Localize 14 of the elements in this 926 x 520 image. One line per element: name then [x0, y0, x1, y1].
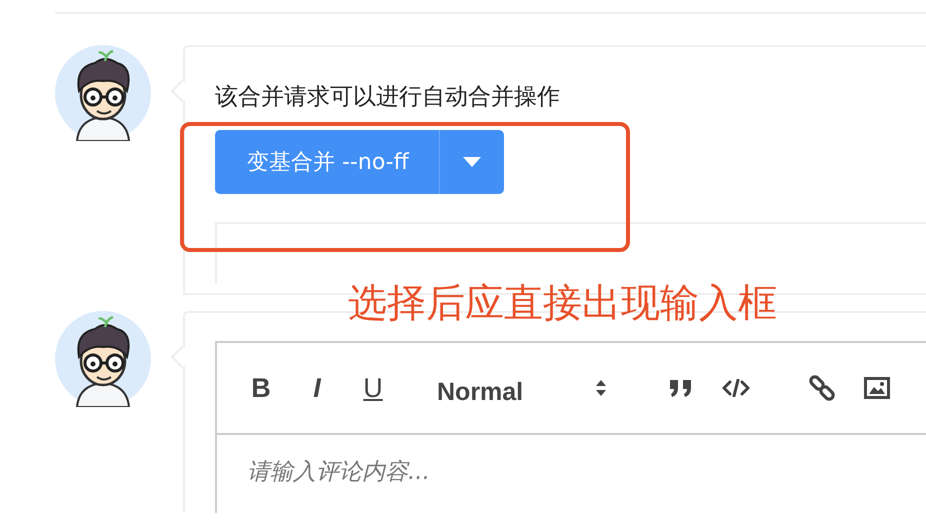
- link-icon[interactable]: [808, 374, 836, 402]
- annotation-text: 选择后应直接出现输入框: [348, 280, 777, 328]
- underline-button[interactable]: U: [361, 373, 385, 403]
- bold-button[interactable]: B: [249, 373, 273, 403]
- italic-button[interactable]: I: [305, 373, 329, 403]
- image-icon[interactable]: [864, 377, 890, 399]
- dropdown-button[interactable]: [440, 130, 504, 194]
- code-icon[interactable]: [722, 379, 750, 397]
- comment-input[interactable]: 请输入评论内容...: [247, 459, 847, 485]
- quote-icon[interactable]: [668, 378, 694, 398]
- caret-down-icon: [462, 157, 481, 167]
- merge-status-text: 该合并请求可以进行自动合并操作: [215, 83, 561, 112]
- heading-select[interactable]: Normal: [437, 370, 607, 406]
- up-down-arrows-icon: [595, 378, 607, 398]
